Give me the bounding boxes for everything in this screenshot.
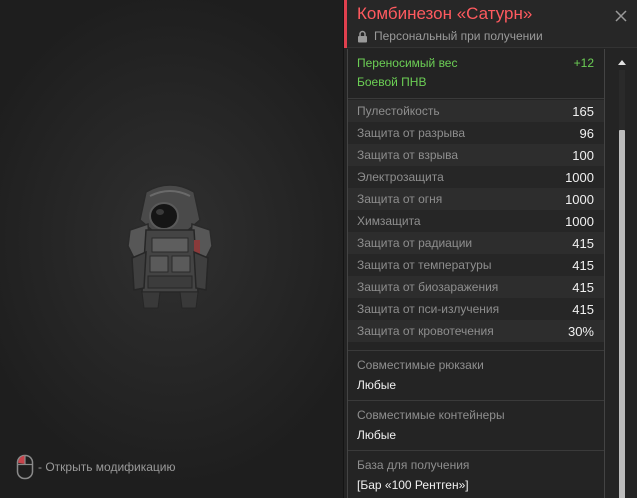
protection-table: Пулестойкость 165 Защита от разрыва 96 Защ…: [348, 99, 604, 342]
stat-label: Защита от радиации: [357, 236, 473, 250]
bonus-value: +12: [573, 56, 594, 70]
mouse-icon: [16, 454, 34, 480]
open-modification-hint: - Открыть модификацию: [16, 453, 176, 481]
stat-value: 1000: [565, 213, 594, 229]
stat-value: 415: [572, 235, 594, 251]
binding-text: Персональный при получении: [374, 29, 543, 43]
hint-text: - Открыть модификацию: [38, 460, 176, 474]
binding-info: Персональный при получении: [357, 28, 543, 44]
close-icon[interactable]: [614, 9, 628, 23]
compatible-containers-label: Совместимые контейнеры: [357, 408, 505, 422]
source-base-value: [Бар «100 Рентген»]: [357, 478, 469, 492]
stat-value: 1000: [565, 169, 594, 185]
stat-row: Защита от радиации 415: [348, 232, 604, 254]
source-base-label: База для получения: [357, 458, 470, 472]
item-title: Комбинезон «Сатурн»: [357, 4, 533, 23]
suit-icon: [127, 184, 213, 309]
stat-value: 100: [572, 147, 594, 163]
source-base: База для получения [Бар «100 Рентген»]: [348, 450, 604, 498]
table-spacer: [348, 342, 604, 350]
stats-list[interactable]: Переносимый вес +12 Боевой ПНВ Пулестойк…: [347, 49, 605, 498]
compatible-backpacks: Совместимые рюкзаки Любые: [348, 350, 604, 400]
compatible-containers: Совместимые контейнеры Любые: [348, 400, 604, 450]
item-preview: - Открыть модификацию: [0, 0, 343, 498]
stat-label: Электрозащита: [357, 170, 444, 184]
stat-row: Защита от кровотечения 30%: [348, 320, 604, 342]
stat-row: Защита от биозаражения 415: [348, 276, 604, 298]
stat-row: Защита от огня 1000: [348, 188, 604, 210]
compatible-backpacks-label: Совместимые рюкзаки: [357, 358, 484, 372]
stat-value: 415: [572, 279, 594, 295]
item-info-panel: Комбинезон «Сатурн» Персональный при пол…: [343, 0, 637, 498]
scroll-thumb[interactable]: [619, 130, 625, 498]
stat-row: Защита от температуры 415: [348, 254, 604, 276]
stat-row: Электрозащита 1000: [348, 166, 604, 188]
stat-label: Защита от биозаражения: [357, 280, 499, 294]
stat-label: Защита от температуры: [357, 258, 492, 272]
stat-label: Защита от огня: [357, 192, 443, 206]
bonus-label: Боевой ПНВ: [357, 75, 427, 89]
stat-label: Защита от разрыва: [357, 126, 466, 140]
stat-value: 415: [572, 301, 594, 317]
stat-row: Защита от разрыва 96: [348, 122, 604, 144]
bonus-section: Переносимый вес +12 Боевой ПНВ: [348, 49, 604, 99]
stat-value: 1000: [565, 191, 594, 207]
bonus-row: Переносимый вес +12: [357, 56, 594, 75]
stat-row: Химзащита 1000: [348, 210, 604, 232]
compatible-backpacks-value: Любые: [357, 378, 397, 392]
stat-value: 165: [572, 103, 594, 119]
stat-row: Пулестойкость 165: [348, 100, 604, 122]
bonus-row: Боевой ПНВ: [357, 75, 594, 94]
stat-row: Защита от взрыва 100: [348, 144, 604, 166]
panel-header: Комбинезон «Сатурн» Персональный при пол…: [344, 0, 637, 48]
stat-label: Защита от пси-излучения: [357, 302, 500, 316]
stat-label: Пулестойкость: [357, 104, 440, 118]
stat-value: 30%: [567, 323, 594, 339]
stat-label: Защита от кровотечения: [357, 324, 494, 338]
accent-bar: [344, 0, 347, 48]
stat-label: Защита от взрыва: [357, 148, 459, 162]
compatible-containers-value: Любые: [357, 428, 397, 442]
bonus-label: Переносимый вес: [357, 56, 458, 70]
stat-row: Защита от пси-излучения 415: [348, 298, 604, 320]
lock-icon: [358, 30, 367, 42]
stat-value: 415: [572, 257, 594, 273]
scrollbar[interactable]: [618, 58, 626, 498]
stat-value: 96: [579, 125, 594, 141]
scroll-up-icon[interactable]: [618, 58, 626, 66]
stat-label: Химзащита: [357, 214, 421, 228]
